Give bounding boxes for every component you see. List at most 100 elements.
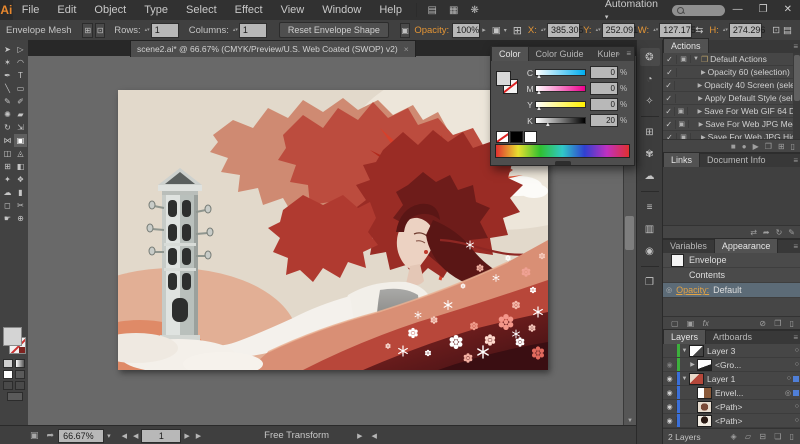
layer-row-layer3[interactable]: ▼ Layer 3 ○	[663, 344, 800, 358]
menu-object[interactable]: Object	[85, 0, 135, 20]
relink-icon[interactable]: ⇄	[750, 228, 757, 237]
next-artboard-button[interactable]: ▶	[184, 432, 189, 440]
status-icon-2[interactable]: ➦	[47, 430, 55, 441]
delete-button[interactable]: ▯	[791, 142, 795, 151]
cs-live-icon[interactable]: ❋	[464, 5, 484, 16]
layer-name[interactable]: <Path>	[715, 416, 795, 426]
black-slider[interactable]: ▲	[535, 117, 586, 124]
layer-row-envelope[interactable]: ◉ Envel... ◎	[663, 386, 800, 400]
draw-inside-button[interactable]	[15, 381, 25, 390]
expand-icon[interactable]: ▶	[701, 134, 706, 140]
collapse-icon[interactable]: »	[616, 49, 620, 58]
check-icon[interactable]: ✓	[663, 107, 675, 116]
visibility-toggle[interactable]: ◉	[663, 417, 677, 425]
stop-button[interactable]: ■	[731, 142, 736, 151]
target-icon[interactable]: ○	[795, 417, 799, 424]
tab-layers[interactable]: Layers	[663, 329, 706, 344]
expand-icon[interactable]: ▼	[693, 56, 699, 62]
close-button[interactable]: ✕	[776, 0, 800, 20]
expand-icon[interactable]: ▶	[698, 95, 703, 102]
y-stepper[interactable]: ▴▾	[596, 28, 601, 32]
document-tab[interactable]: scene2.ai* @ 66.67% (CMYK/Preview/U.S. W…	[130, 40, 416, 57]
duplicate-item-button[interactable]: ❐	[774, 319, 781, 328]
menu-file[interactable]: File	[13, 0, 49, 20]
target-icon[interactable]: ○	[795, 361, 799, 368]
style-icon[interactable]: ▣	[400, 23, 410, 38]
bridge-icon[interactable]: ▤	[422, 5, 443, 16]
layer-row-group[interactable]: ◉ ▶ <Gro... ○	[663, 358, 800, 372]
layer-name[interactable]: <Gro...	[715, 360, 795, 370]
delete-item-button[interactable]: ▯	[790, 319, 794, 328]
gradient-tool[interactable]: ◧	[14, 160, 27, 173]
new-set-button[interactable]: ❐	[765, 142, 772, 151]
none-mode-button[interactable]	[3, 370, 13, 379]
panel-menu-icon[interactable]: ≡	[793, 242, 798, 251]
update-link-icon[interactable]: ↻	[776, 228, 783, 237]
pencil-tool[interactable]: ✐	[14, 95, 27, 108]
status-icon-1[interactable]: ▣	[30, 430, 39, 441]
action-item[interactable]: ✓ ▣ ▶ Save For Web GIF 64 Dithe...	[663, 105, 800, 118]
tab-artboards[interactable]: Artboards	[706, 330, 759, 344]
add-stroke-button[interactable]: ▢	[671, 319, 679, 328]
tab-color-guide[interactable]: Color Guide	[529, 47, 591, 61]
appearance-row-opacity[interactable]: ◎ Opacity: Default	[663, 283, 800, 298]
draw-behind-button[interactable]	[3, 381, 13, 390]
zoom-tool[interactable]: ⊕	[14, 212, 27, 225]
dialog-toggle-icon[interactable]: ▣	[677, 55, 691, 63]
edit-contents-button[interactable]: ⊡	[95, 23, 105, 38]
target-icon[interactable]: ○	[787, 375, 791, 382]
none-swatch[interactable]	[496, 131, 509, 143]
rows-field[interactable]: 1	[151, 23, 179, 38]
add-effect-button[interactable]: fx	[703, 319, 709, 328]
first-artboard-button[interactable]: ◀	[122, 432, 127, 440]
control-panel-options-icon[interactable]: ▤	[783, 25, 792, 36]
panel-menu-icon[interactable]: ≡	[793, 333, 798, 342]
slider-marker[interactable]: ▲	[536, 75, 542, 80]
selection-tool[interactable]: ➤	[1, 43, 14, 56]
check-icon[interactable]: ✓	[663, 68, 677, 77]
layer-name[interactable]: Layer 1	[707, 374, 787, 384]
artboards-panel-icon[interactable]: ⊞	[640, 123, 660, 141]
add-fill-button[interactable]: ▣	[687, 319, 695, 328]
artboard-number-field[interactable]: 1	[141, 429, 181, 443]
opacity-link-label[interactable]: Opacity:	[676, 285, 709, 295]
check-icon[interactable]: ✓	[663, 81, 675, 90]
links-panel-icon[interactable]: ❐	[640, 273, 660, 291]
w-field[interactable]: 127.175 pt	[659, 23, 692, 38]
shape-builder-tool[interactable]: ◫	[1, 147, 14, 160]
edit-envelope-button[interactable]: ⊞	[82, 23, 92, 38]
action-item[interactable]: ✓ ▣ ▶ Save For Web JPG Medium	[663, 118, 800, 131]
slider-marker[interactable]: ▲	[545, 123, 551, 128]
paintbrush-tool[interactable]: ✎	[1, 95, 14, 108]
color-spectrum-bar[interactable]	[495, 144, 630, 158]
layer-row-path1[interactable]: ◉ <Path> ○	[663, 400, 800, 414]
new-sublayer-button[interactable]: ⊟	[759, 432, 766, 441]
new-layer-button[interactable]: ❏	[774, 432, 781, 441]
dialog-toggle-icon[interactable]: ▣	[676, 120, 689, 128]
columns-stepper[interactable]: ▴▾	[233, 28, 238, 32]
expand-icon[interactable]: ▼	[680, 348, 689, 354]
free-transform-tool[interactable]: ▣	[14, 134, 27, 147]
blend-tool[interactable]: ❖	[14, 173, 27, 186]
cyan-slider[interactable]: ▲	[535, 69, 586, 76]
rows-stepper[interactable]: ▴▾	[145, 28, 150, 32]
constrain-proportions-icon[interactable]: ⇆	[695, 25, 703, 36]
play-button[interactable]: ▶	[753, 142, 759, 151]
swatches-panel-icon[interactable]: ❂	[640, 48, 660, 66]
delete-layer-button[interactable]: ▯	[790, 432, 794, 441]
layer-name[interactable]: Layer 3	[707, 346, 795, 356]
zoom-field[interactable]: 66.67%	[58, 429, 104, 443]
action-item[interactable]: ✓ ▣ ▶ Save For Web JPG High	[663, 131, 800, 139]
rotate-tool[interactable]: ↻	[1, 121, 14, 134]
opacity-field[interactable]: 100%	[452, 23, 480, 38]
minimize-button[interactable]: —	[725, 0, 751, 20]
menu-edit[interactable]: Edit	[48, 0, 85, 20]
layer-row-layer1[interactable]: ◉ ▼ Layer 1 ○	[663, 372, 800, 386]
menu-select[interactable]: Select	[177, 0, 226, 20]
symbols-panel-icon[interactable]: ✧	[640, 92, 660, 110]
fill-proxy[interactable]	[496, 71, 511, 86]
edit-original-icon[interactable]: ✎	[788, 228, 795, 237]
eraser-tool[interactable]: ▰	[14, 108, 27, 121]
search-input[interactable]	[672, 5, 725, 16]
status-menu-arrow-icon[interactable]: ▶	[357, 432, 362, 440]
